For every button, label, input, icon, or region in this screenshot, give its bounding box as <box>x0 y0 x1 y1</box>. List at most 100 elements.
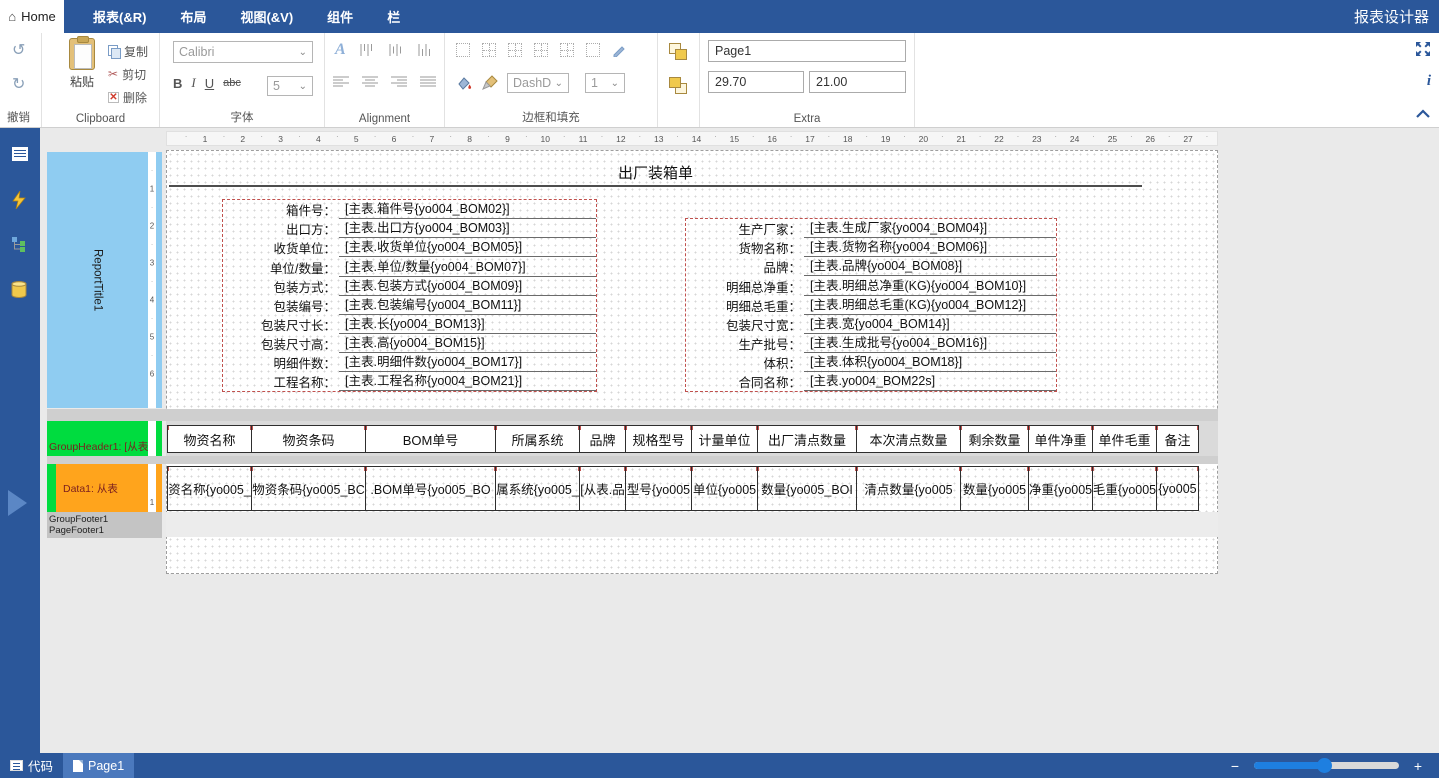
field-right-row-1[interactable]: 货物名称：[主表.货物名称{yo004_BOM06}] <box>686 238 1056 257</box>
collapse-ribbon-icon[interactable] <box>1415 109 1431 119</box>
border-horizontal-icon[interactable] <box>534 43 548 57</box>
copy-button[interactable]: 复制 <box>108 41 158 61</box>
right-field-group[interactable]: 生产厂家：[主表.生成厂家{yo004_BOM04}]货物名称：[主表.货物名称… <box>685 218 1057 392</box>
field-left-row-0[interactable]: 箱件号：[主表.箱件号{yo004_BOM02}] <box>223 200 596 219</box>
field-right-value-1[interactable]: [主表.货物名称{yo004_BOM06}] <box>804 236 1056 257</box>
border-width-select[interactable]: 1 ⌄ <box>585 73 625 93</box>
table-data-cell-5[interactable]: 型号{yo005 <box>625 466 692 511</box>
field-left-value-1[interactable]: [主表.出口方{yo004_BOM03}] <box>339 217 596 238</box>
field-left-value-2[interactable]: [主表.收货单位{yo004_BOM05}] <box>339 236 596 257</box>
undo-button[interactable]: ↺ <box>12 43 25 59</box>
table-header-cell-8[interactable]: 本次清点数量 <box>856 425 961 453</box>
field-right-row-7[interactable]: 体积：[主表.体积{yo004_BOM18}] <box>686 353 1056 372</box>
brush-icon[interactable] <box>482 75 498 91</box>
table-data-cell-3[interactable]: 属系统{yo005_ <box>495 466 580 511</box>
field-left-value-6[interactable]: [主表.长{yo004_BOM13}] <box>339 313 596 334</box>
field-right-value-0[interactable]: [主表.生成厂家{yo004_BOM04}] <box>804 217 1056 238</box>
table-header-cell-5[interactable]: 规格型号 <box>625 425 692 453</box>
field-left-value-5[interactable]: [主表.包装编号{yo004_BOM11}] <box>339 294 596 315</box>
field-left-value-7[interactable]: [主表.高{yo004_BOM15}] <box>339 332 596 353</box>
field-right-row-2[interactable]: 品牌：[主表.品牌{yo004_BOM08}] <box>686 257 1056 276</box>
border-none-icon[interactable] <box>586 43 600 57</box>
zoom-slider[interactable] <box>1254 762 1399 769</box>
field-left-row-9[interactable]: 工程名称：[主表.工程名称{yo004_BOM21}] <box>223 372 596 391</box>
tab-page1[interactable]: Page1 <box>63 753 134 778</box>
field-left-row-2[interactable]: 收货单位：[主表.收货单位{yo004_BOM05}] <box>223 238 596 257</box>
send-to-back-icon[interactable] <box>669 77 689 95</box>
field-right-row-4[interactable]: 明细总毛重：[主表.明细总毛重(KG){yo004_BOM12}] <box>686 296 1056 315</box>
align-center-icon[interactable] <box>362 75 379 88</box>
border-all-icon[interactable] <box>482 43 496 57</box>
align-left-icon[interactable] <box>333 75 350 88</box>
page-name-input[interactable]: Page1 <box>708 40 906 62</box>
field-right-row-0[interactable]: 生产厂家：[主表.生成厂家{yo004_BOM04}] <box>686 219 1056 238</box>
table-data-cell-6[interactable]: 单位{yo005 <box>691 466 758 511</box>
field-right-row-3[interactable]: 明细总净重：[主表.明细总净重(KG){yo004_BOM10}] <box>686 276 1056 295</box>
field-left-row-4[interactable]: 包装方式：[主表.包装方式{yo004_BOM09}] <box>223 277 596 296</box>
field-right-row-6[interactable]: 生产批号：[主表.生成批号{yo004_BOM16}] <box>686 334 1056 353</box>
align-justify-icon[interactable] <box>420 75 437 88</box>
field-right-value-4[interactable]: [主表.明细总毛重(KG){yo004_BOM12}] <box>804 294 1056 315</box>
band-report-title[interactable]: ReportTitle1 <box>47 152 148 408</box>
field-left-value-8[interactable]: [主表.明细件数{yo004_BOM17}] <box>339 351 596 372</box>
data-source-icon[interactable] <box>11 281 29 299</box>
band-data[interactable]: Data1: 从表 <box>56 464 148 512</box>
valign-bottom-icon[interactable] <box>417 43 433 57</box>
zoom-out-button[interactable]: − <box>1226 758 1244 774</box>
table-data-cell-10[interactable]: 净重{yo005 <box>1028 466 1093 511</box>
field-right-row-5[interactable]: 包装尺寸宽：[主表.宽{yo004_BOM14}] <box>686 315 1056 334</box>
band-group-header[interactable]: GroupHeader1: [从表. <box>47 421 148 456</box>
menu-item-2[interactable]: 视图(&V) <box>223 0 310 33</box>
band-separator[interactable] <box>47 456 1218 464</box>
report-tree-icon[interactable] <box>11 236 29 254</box>
field-left-value-0[interactable]: [主表.箱件号{yo004_BOM02}] <box>339 198 596 219</box>
zoom-in-button[interactable]: + <box>1409 758 1427 774</box>
report-title-cell[interactable]: 出厂装箱单 <box>169 159 1142 187</box>
font-size-select[interactable]: 5 ⌄ <box>267 76 313 96</box>
table-header-cell-0[interactable]: 物资名称 <box>167 425 252 453</box>
expand-panel-button[interactable] <box>8 490 27 516</box>
events-lightning-icon[interactable] <box>11 191 29 209</box>
field-right-value-5[interactable]: [主表.宽{yo004_BOM14}] <box>804 313 1056 334</box>
page-height-input[interactable]: 21.00 <box>809 71 906 93</box>
field-left-row-8[interactable]: 明细件数：[主表.明细件数{yo004_BOM17}] <box>223 353 596 372</box>
underline-button[interactable]: U <box>205 76 214 91</box>
table-header-cell-3[interactable]: 所属系统 <box>495 425 580 453</box>
redo-button[interactable]: ↻ <box>12 77 25 93</box>
border-dash-style-select[interactable]: DashD ⌄ <box>507 73 569 93</box>
table-header-cell-1[interactable]: 物资条码 <box>251 425 366 453</box>
border-vertical-icon[interactable] <box>560 43 574 57</box>
table-header-cell-10[interactable]: 单件净重 <box>1028 425 1093 453</box>
table-header-cell-7[interactable]: 出厂清点数量 <box>757 425 857 453</box>
field-right-value-2[interactable]: [主表.品牌{yo004_BOM08}] <box>804 255 1056 276</box>
page-width-input[interactable]: 29.70 <box>708 71 804 93</box>
table-data-cell-8[interactable]: 清点数量{yo005 <box>856 466 961 511</box>
menu-item-0[interactable]: 报表(&R) <box>76 0 163 33</box>
draw-border-icon[interactable] <box>612 42 627 57</box>
field-right-value-6[interactable]: [主表.生成批号{yo004_BOM16}] <box>804 332 1056 353</box>
table-data-cell-12[interactable]: {yo005 <box>1156 466 1199 511</box>
field-left-value-9[interactable]: [主表.工程名称{yo004_BOM21}] <box>339 370 596 391</box>
table-header-cell-2[interactable]: BOM单号 <box>365 425 496 453</box>
font-family-select[interactable]: Calibri ⌄ <box>173 41 313 63</box>
footer-band-labels[interactable]: GroupFooter1 PageFooter1 <box>47 512 162 538</box>
table-header-cell-9[interactable]: 剩余数量 <box>960 425 1029 453</box>
table-header-cell-4[interactable]: 品牌 <box>579 425 626 453</box>
table-data-cell-4[interactable]: [从表.品 <box>579 466 626 511</box>
table-header-cell-12[interactable]: 备注 <box>1156 425 1199 453</box>
table-data-cell-1[interactable]: 物资条码{yo005_BC <box>251 466 366 511</box>
info-icon[interactable]: i <box>1427 73 1431 90</box>
cut-button[interactable]: ✂ 剪切 <box>108 64 158 84</box>
valign-middle-icon[interactable] <box>388 43 404 57</box>
field-left-value-4[interactable]: [主表.包装方式{yo004_BOM09}] <box>339 275 596 296</box>
font-style-button[interactable]: A <box>335 41 346 59</box>
field-left-row-3[interactable]: 单位/数量：[主表.单位/数量{yo004_BOM07}] <box>223 257 596 276</box>
italic-button[interactable]: I <box>191 75 195 91</box>
band-separator[interactable] <box>47 409 1218 421</box>
field-right-value-8[interactable]: [主表.yo004_BOM22s] <box>804 370 1056 391</box>
field-left-row-7[interactable]: 包装尺寸高：[主表.高{yo004_BOM15}] <box>223 334 596 353</box>
menu-item-1[interactable]: 布局 <box>163 0 223 33</box>
zoom-slider-thumb[interactable] <box>1317 758 1332 773</box>
table-data-cell-9[interactable]: 数量{yo005 <box>960 466 1029 511</box>
table-data-cell-11[interactable]: 毛重{yo005 <box>1092 466 1157 511</box>
